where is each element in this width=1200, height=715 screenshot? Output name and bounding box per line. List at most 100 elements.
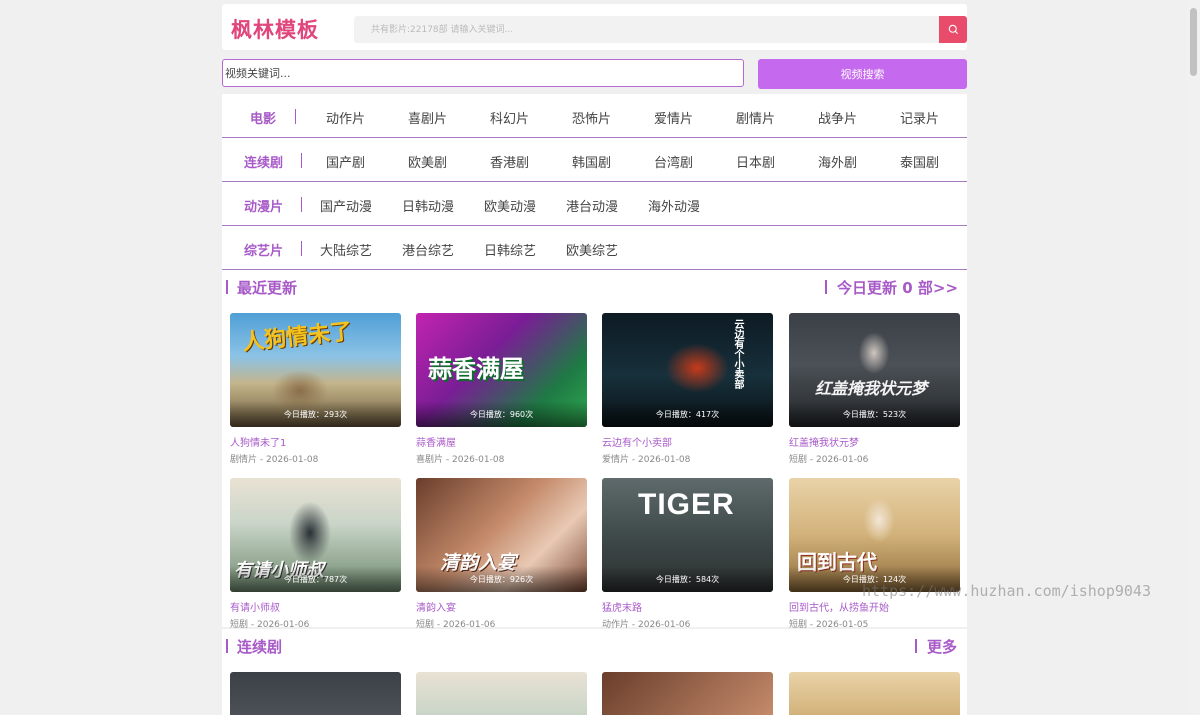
- video-keyword-input[interactable]: [222, 59, 744, 87]
- poster-image: [789, 672, 960, 715]
- nav-item[interactable]: 韩国剧: [572, 152, 611, 171]
- video-thumbnail[interactable]: [416, 672, 587, 715]
- video-thumbnail[interactable]: 云边有个小卖部 今日播放：417次: [602, 313, 773, 427]
- section-bar: [825, 280, 827, 294]
- video-card[interactable]: 蒜香满屋 今日播放：960次 蒜香满屋 喜剧片 - 2026-01-08: [416, 313, 587, 465]
- video-card[interactable]: [602, 672, 773, 715]
- nav-item[interactable]: 港台动漫: [566, 196, 618, 215]
- video-title[interactable]: 云边有个小卖部: [602, 434, 672, 449]
- video-card[interactable]: 有请小师叔 今日播放：787次 有请小师叔 短剧 - 2026-01-06: [230, 478, 401, 630]
- nav-separator: [301, 241, 302, 256]
- nav-item[interactable]: 喜剧片: [408, 108, 447, 127]
- nav-title-anime[interactable]: 动漫片: [244, 196, 283, 215]
- nav-item[interactable]: 剧情片: [736, 108, 775, 127]
- nav-item[interactable]: 日韩综艺: [484, 240, 536, 259]
- poster-title: 红盖掩我状元梦: [815, 379, 928, 398]
- video-title[interactable]: 蒜香满屋: [416, 434, 456, 449]
- nav-item[interactable]: 科幻片: [490, 108, 529, 127]
- video-title[interactable]: 有请小师叔: [230, 599, 280, 614]
- nav-item[interactable]: 国产剧: [326, 152, 365, 171]
- video-card[interactable]: 清韵入宴 今日播放：926次 清韵入宴 短剧 - 2026-01-06: [416, 478, 587, 630]
- video-card[interactable]: [230, 672, 401, 715]
- nav-item[interactable]: 台湾剧: [654, 152, 693, 171]
- play-count: 今日播放：926次: [469, 575, 534, 584]
- poster-title: 云边有个小卖部: [732, 319, 743, 389]
- video-thumbnail[interactable]: [602, 672, 773, 715]
- video-meta: 剧情片 - 2026-01-08: [230, 455, 319, 465]
- nav-item[interactable]: 国产动漫: [320, 196, 372, 215]
- video-thumbnail[interactable]: 清韵入宴 今日播放：926次: [416, 478, 587, 592]
- video-thumbnail[interactable]: [789, 672, 960, 715]
- play-count: 今日播放：584次: [655, 575, 720, 584]
- video-title[interactable]: 红盖掩我状元梦: [789, 434, 859, 449]
- video-card[interactable]: TIGER 今日播放：584次 猛虎末路 动作片 - 2026-01-06: [602, 478, 773, 630]
- search-icon: [948, 24, 958, 35]
- nav-item[interactable]: 恐怖片: [572, 108, 611, 127]
- video-title[interactable]: 回到古代，从捞鱼开始: [789, 599, 889, 614]
- nav-row-anime: 动漫片 国产动漫 日韩动漫 欧美动漫 港台动漫 海外动漫: [222, 182, 967, 226]
- nav-item[interactable]: 泰国剧: [900, 152, 939, 171]
- play-count: 今日播放：960次: [469, 410, 534, 419]
- watermark: https://www.huzhan.com/ishop9043: [862, 582, 1151, 600]
- video-thumbnail[interactable]: 有请小师叔 今日播放：787次: [230, 478, 401, 592]
- poster-image: [602, 672, 773, 715]
- video-card[interactable]: 红盖掩我状元梦 今日播放：523次 红盖掩我状元梦 短剧 - 2026-01-0…: [789, 313, 960, 465]
- site-header: 枫林模板: [222, 4, 967, 50]
- poster-title: TIGER: [638, 488, 735, 521]
- video-card[interactable]: 回到古代 今日播放：124次 回到古代，从捞鱼开始 短剧 - 2026-01-0…: [789, 478, 960, 630]
- nav-title-variety[interactable]: 综艺片: [244, 240, 283, 259]
- nav-item[interactable]: 大陆综艺: [320, 240, 372, 259]
- poster-image: [230, 672, 401, 715]
- video-thumbnail[interactable]: TIGER 今日播放：584次: [602, 478, 773, 592]
- nav-item[interactable]: 海外动漫: [648, 196, 700, 215]
- play-count: 今日播放：417次: [655, 410, 720, 419]
- video-card[interactable]: 人狗情未了 今日播放：293次 人狗情未了1 剧情片 - 2026-01-08: [230, 313, 401, 465]
- nav-item[interactable]: 港台综艺: [402, 240, 454, 259]
- nav-item[interactable]: 记录片: [900, 108, 939, 127]
- nav-item[interactable]: 欧美动漫: [484, 196, 536, 215]
- nav-title-movie[interactable]: 电影: [250, 108, 276, 127]
- nav-item[interactable]: 欧美剧: [408, 152, 447, 171]
- video-title[interactable]: 清韵入宴: [416, 599, 456, 614]
- nav-item[interactable]: 战争片: [818, 108, 857, 127]
- video-search-button[interactable]: 视频搜索: [758, 59, 967, 89]
- video-thumbnail[interactable]: 蒜香满屋 今日播放：960次: [416, 313, 587, 427]
- nav-title-series[interactable]: 连续剧: [244, 152, 283, 171]
- nav-item[interactable]: 日韩动漫: [402, 196, 454, 215]
- video-thumbnail[interactable]: 人狗情未了 今日播放：293次: [230, 313, 401, 427]
- play-count: 今日播放：523次: [842, 410, 907, 419]
- video-card[interactable]: [789, 672, 960, 715]
- video-thumbnail[interactable]: [230, 672, 401, 715]
- video-title[interactable]: 猛虎末路: [602, 599, 642, 614]
- today-update-link[interactable]: 今日更新 0 部>>: [837, 277, 958, 298]
- top-search-input[interactable]: [354, 16, 939, 43]
- nav-item[interactable]: 动作片: [326, 108, 365, 127]
- video-title[interactable]: 人狗情未了1: [230, 434, 286, 449]
- video-card[interactable]: 云边有个小卖部 今日播放：417次 云边有个小卖部 爱情片 - 2026-01-…: [602, 313, 773, 465]
- video-thumbnail[interactable]: 回到古代 今日播放：124次: [789, 478, 960, 592]
- nav-separator: [295, 109, 296, 124]
- section-header: 最近更新 今日更新 0 部>>: [222, 270, 967, 304]
- nav-item[interactable]: 日本剧: [736, 152, 775, 171]
- top-search-button[interactable]: [939, 16, 967, 43]
- more-link[interactable]: 更多: [927, 636, 957, 657]
- nav-item[interactable]: 欧美综艺: [566, 240, 618, 259]
- section-title: 连续剧: [237, 638, 283, 656]
- nav-item[interactable]: 爱情片: [654, 108, 693, 127]
- page-scrollbar[interactable]: [1187, 0, 1200, 715]
- section-header: 连续剧 更多: [222, 629, 967, 663]
- category-nav: 电影 动作片 喜剧片 科幻片 恐怖片 爱情片 剧情片 战争片 记录片 连续剧 国…: [222, 94, 967, 270]
- site-logo[interactable]: 枫林模板: [231, 14, 319, 44]
- video-thumbnail[interactable]: 红盖掩我状元梦 今日播放：523次: [789, 313, 960, 427]
- video-card[interactable]: [416, 672, 587, 715]
- scrollbar-thumb[interactable]: [1190, 8, 1197, 76]
- poster-title: 蒜香满屋: [428, 355, 524, 383]
- play-count: 今日播放：293次: [283, 410, 348, 419]
- video-meta: 喜剧片 - 2026-01-08: [416, 455, 505, 465]
- top-search-bar: [354, 16, 967, 43]
- section-bar: [226, 280, 228, 294]
- nav-row-movie: 电影 动作片 喜剧片 科幻片 恐怖片 爱情片 剧情片 战争片 记录片: [222, 94, 967, 138]
- nav-item[interactable]: 海外剧: [818, 152, 857, 171]
- video-meta: 短剧 - 2026-01-06: [789, 455, 869, 465]
- nav-item[interactable]: 香港剧: [490, 152, 529, 171]
